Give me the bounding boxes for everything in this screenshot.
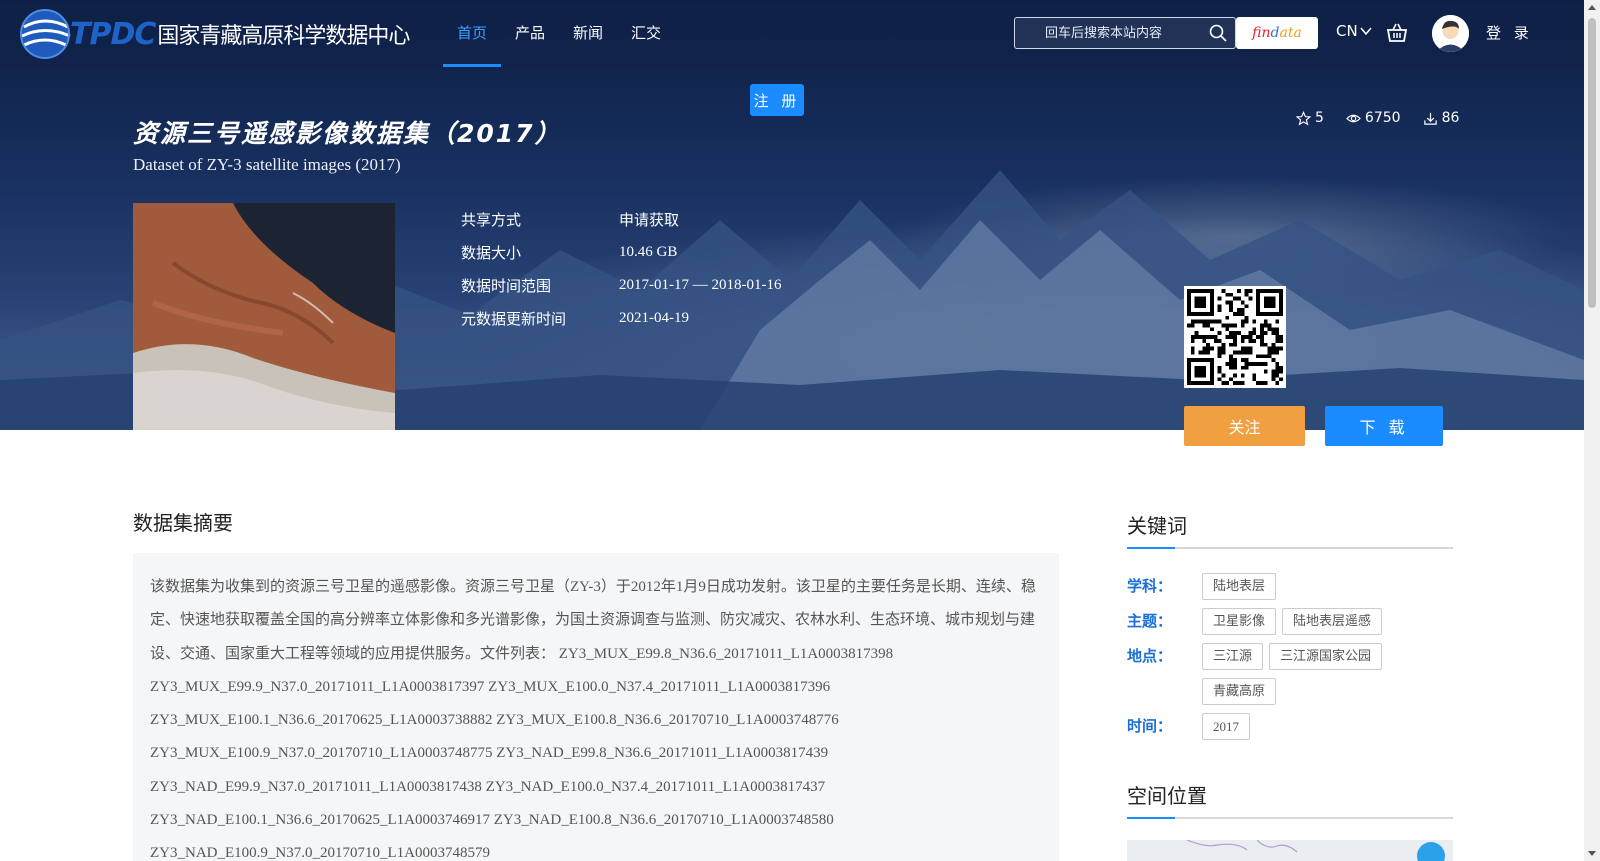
- dataset-metadata: 共享方式 申请获取 数据大小 10.46 GB 数据时间范围 2017-01-1…: [461, 203, 781, 335]
- keyword-tag[interactable]: 青藏高原: [1202, 678, 1277, 705]
- language-selector[interactable]: CN: [1336, 22, 1372, 40]
- keyword-tags: 卫星影像 陆地表层遥感: [1202, 608, 1452, 635]
- keyword-label: 学科：: [1127, 577, 1173, 595]
- abstract-text: 该数据集为收集到的资源三号卫星的遥感影像。资源三号卫星（ZY-3）于2012年1…: [150, 579, 1036, 861]
- keywords-heading: 关键词: [1127, 510, 1453, 549]
- main-nav: 首页 产品 新闻 汇交: [443, 0, 675, 67]
- nav-submit[interactable]: 汇交: [617, 0, 675, 67]
- follow-button[interactable]: 关注: [1184, 406, 1305, 446]
- meta-value-size: 10.46 GB: [619, 244, 678, 260]
- findata-text-1: fin: [1252, 25, 1271, 41]
- login-link[interactable]: 登 录: [1486, 22, 1533, 43]
- keyword-group-subject: 学科： 陆地表层: [1127, 573, 1453, 600]
- meta-label-sharing: 共享方式: [461, 211, 522, 229]
- register-button[interactable]: 注 册: [750, 84, 804, 116]
- keyword-tag[interactable]: 卫星影像: [1202, 608, 1277, 635]
- language-label: CN: [1336, 22, 1358, 40]
- meta-label-timerange: 数据时间范围: [461, 277, 552, 295]
- qr-code: [1184, 286, 1286, 388]
- logo-text-en: TPDC: [70, 16, 156, 52]
- star-count: 5: [1315, 110, 1324, 126]
- keyword-group-theme: 主题： 卫星影像 陆地表层遥感: [1127, 608, 1453, 635]
- location-heading: 空间位置: [1127, 780, 1453, 819]
- meta-value-timerange: 2017-01-17 — 2018-01-16: [619, 277, 782, 293]
- abstract-heading: 数据集摘要: [133, 511, 233, 535]
- abstract-panel: 该数据集为收集到的资源三号卫星的遥感影像。资源三号卫星（ZY-3）于2012年1…: [133, 553, 1059, 861]
- satellite-image: [133, 203, 395, 430]
- keyword-label: 时间：: [1127, 717, 1173, 735]
- search-icon[interactable]: [1209, 24, 1227, 42]
- location-map[interactable]: [1127, 840, 1453, 861]
- chevron-down-icon: [1360, 27, 1372, 36]
- download-count: 86: [1441, 110, 1460, 126]
- keyword-label: 地点：: [1127, 647, 1173, 665]
- keyword-tags: 2017: [1202, 713, 1452, 740]
- keyword-tag[interactable]: 三江源: [1202, 643, 1264, 670]
- nav-products[interactable]: 产品: [501, 0, 559, 67]
- keyword-tag[interactable]: 2017: [1202, 713, 1250, 740]
- keyword-tags: 三江源 三江源国家公园 青藏高原: [1202, 643, 1452, 705]
- nav-news[interactable]: 新闻: [559, 0, 617, 67]
- meta-row: 数据时间范围 2017-01-17 — 2018-01-16: [461, 269, 781, 302]
- findata-text-2: d: [1270, 25, 1280, 41]
- dataset-title-cn: 资源三号遥感影像数据集（2017）: [133, 119, 562, 148]
- meta-row: 元数据更新时间 2021-04-19: [461, 302, 781, 335]
- findata-text-3: ata: [1279, 25, 1302, 41]
- site-logo[interactable]: TPDC 国家青藏高原科学数据中心: [16, 4, 410, 64]
- avatar-icon: [1432, 15, 1469, 52]
- search-input[interactable]: [1015, 18, 1195, 48]
- keyword-group-place: 地点： 三江源 三江源国家公园 青藏高原: [1127, 643, 1453, 705]
- meta-label-updated: 元数据更新时间: [461, 310, 567, 328]
- eye-icon: [1346, 114, 1361, 122]
- view-count: 6750: [1364, 110, 1401, 126]
- keyword-tags: 陆地表层: [1202, 573, 1452, 600]
- keyword-tag[interactable]: 陆地表层遥感: [1282, 608, 1383, 635]
- logo-text-cn: 国家青藏高原科学数据中心: [157, 24, 410, 49]
- download-button[interactable]: 下 载: [1325, 406, 1443, 446]
- meta-value-updated: 2021-04-19: [619, 310, 689, 326]
- qr-code-image: [1187, 289, 1283, 385]
- dataset-stats: 5 6750 86: [1296, 110, 1459, 126]
- keyword-label: 主题：: [1127, 612, 1173, 630]
- dataset-title-en: Dataset of ZY-3 satellite images (2017): [133, 155, 401, 174]
- keyword-group-time: 时间： 2017: [1127, 713, 1453, 740]
- meta-value-sharing: 申请获取: [619, 213, 680, 229]
- star-stat[interactable]: 5: [1296, 110, 1324, 126]
- star-icon: [1296, 110, 1311, 125]
- user-avatar[interactable]: [1432, 15, 1469, 52]
- globe-logo-icon: [20, 9, 71, 59]
- scroll-thumb[interactable]: [1588, 18, 1596, 308]
- view-stat: 6750: [1346, 110, 1401, 126]
- findata-link[interactable]: fin d ata: [1236, 17, 1318, 49]
- download-stat: 86: [1423, 110, 1460, 126]
- map-image: [1127, 840, 1453, 861]
- keyword-list: 学科： 陆地表层 主题： 卫星影像 陆地表层遥感 地点： 三江源 三江源国家公园…: [1127, 573, 1453, 740]
- page-scrollbar[interactable]: [1584, 0, 1600, 861]
- keyword-tag[interactable]: 三江源国家公园: [1269, 643, 1383, 670]
- top-navbar: TPDC 国家青藏高原科学数据中心 首页 产品 新闻 汇交 findata CN: [0, 0, 1584, 67]
- meta-label-size: 数据大小: [461, 244, 522, 262]
- keyword-tag[interactable]: 陆地表层: [1202, 573, 1277, 600]
- download-icon: [1423, 112, 1437, 125]
- nav-home[interactable]: 首页: [443, 0, 502, 67]
- cart-basket-icon[interactable]: [1386, 22, 1408, 44]
- scroll-up-arrow-icon[interactable]: [1588, 5, 1596, 10]
- dataset-thumbnail[interactable]: [133, 203, 395, 430]
- meta-row: 数据大小 10.46 GB: [461, 236, 781, 269]
- meta-row: 共享方式 申请获取: [461, 203, 781, 236]
- keyword-sidebar: 关键词 学科： 陆地表层 主题： 卫星影像 陆地表层遥感 地点： 三江源 三江源…: [1127, 510, 1453, 819]
- search-box: [1014, 17, 1236, 49]
- scroll-down-arrow-icon[interactable]: [1588, 851, 1596, 856]
